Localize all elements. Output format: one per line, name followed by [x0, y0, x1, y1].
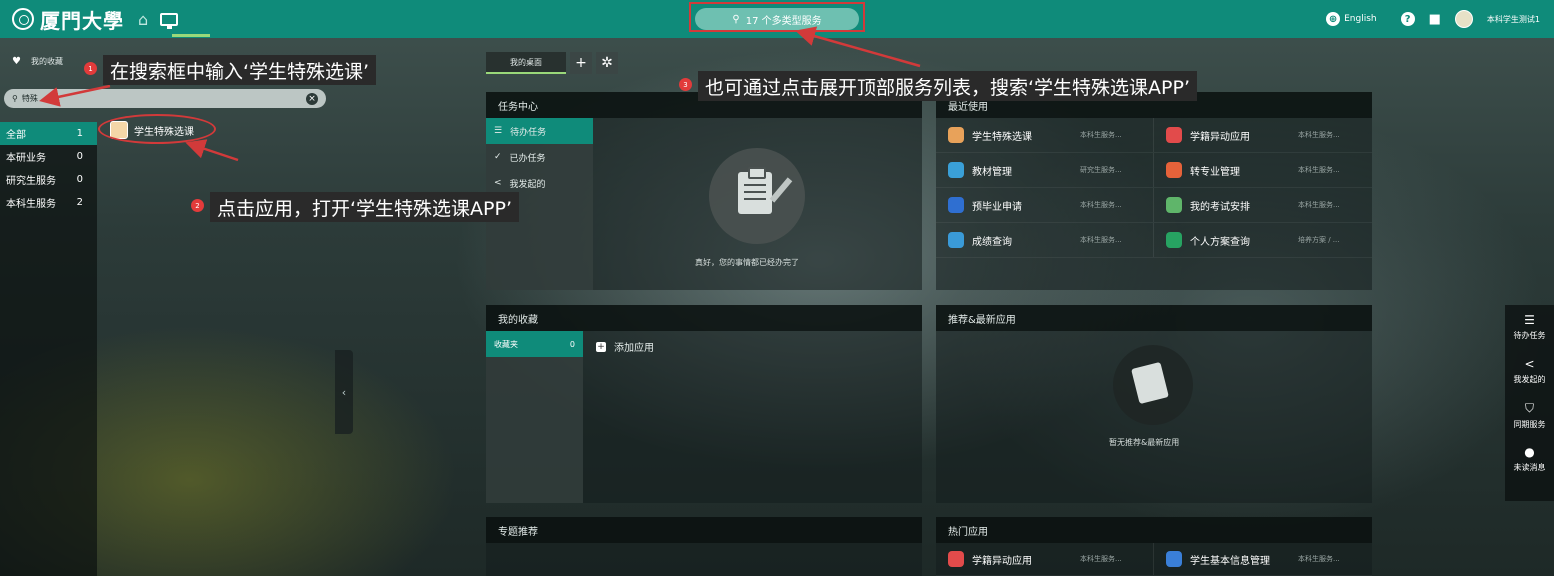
- callout-step1: 在搜索框中输入‘学生特殊选课’: [103, 55, 377, 85]
- arrow-step2: [185, 139, 239, 162]
- callout-step2: 点击应用，打开‘学生特殊选课APP’: [210, 192, 519, 222]
- callout-step3: 也可通过点击展开顶部服务列表，搜索‘学生特殊选课APP’: [698, 71, 1197, 101]
- step-badge: 1: [84, 62, 97, 75]
- arrow-step1: [39, 84, 111, 107]
- step-badge: 2: [191, 199, 204, 212]
- step-badge: 3: [679, 78, 692, 91]
- arrow-step3: [795, 26, 921, 68]
